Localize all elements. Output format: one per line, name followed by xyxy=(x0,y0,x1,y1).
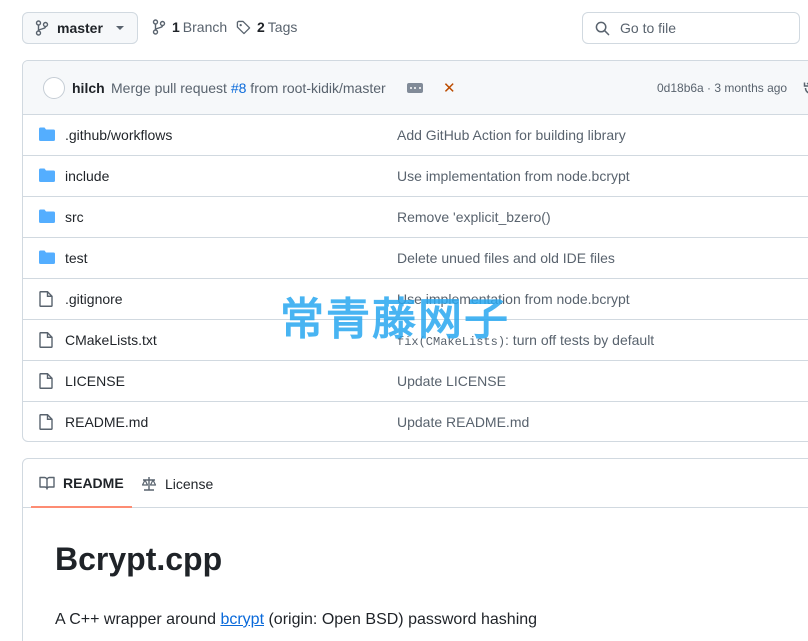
readme-desc-prefix: A C++ wrapper around xyxy=(55,611,221,628)
commit-time: · 3 months ago xyxy=(703,81,788,95)
table-row: src Remove 'explicit_bzero() xyxy=(23,197,808,238)
bcrypt-link[interactable]: bcrypt xyxy=(220,611,264,628)
file-commit-message[interactable]: Update README.md xyxy=(397,414,529,430)
branches-count: 1 xyxy=(172,19,180,35)
folder-icon xyxy=(39,127,55,141)
file-name[interactable]: test xyxy=(65,250,88,266)
commit-message-rest: : turn off tests by default xyxy=(505,332,655,348)
file-icon xyxy=(39,332,53,348)
tab-license-label: License xyxy=(165,475,214,492)
file-name[interactable]: include xyxy=(65,168,109,184)
commit-message[interactable]: Merge pull request #8 from root-kidik/ma… xyxy=(111,80,386,96)
commit-message-prefix: Merge pull request xyxy=(111,80,231,96)
file-commit-message[interactable]: Remove 'explicit_bzero() xyxy=(397,209,551,225)
commit-hash[interactable]: 0d18b6a xyxy=(657,81,704,95)
readme-tabs: README License xyxy=(23,459,808,508)
search-icon xyxy=(595,21,610,35)
file-icon xyxy=(39,373,53,389)
table-row: .github/workflows Add GitHub Action for … xyxy=(23,115,808,156)
branch-name: master xyxy=(57,20,103,36)
file-commit-message[interactable]: Update LICENSE xyxy=(397,373,506,389)
file-name[interactable]: .gitignore xyxy=(65,291,123,307)
readme-panel: README License Bcrypt.cpp A C++ wrapper … xyxy=(22,458,808,641)
file-commit-message[interactable]: Delete unued files and old IDE files xyxy=(397,250,615,266)
latest-commit-bar: hilch Merge pull request #8 from root-ki… xyxy=(23,61,808,115)
file-name[interactable]: LICENSE xyxy=(65,373,125,389)
repo-toolbar: master 1 Branch 2 Tags xyxy=(0,0,808,60)
history-icon[interactable] xyxy=(803,80,808,96)
tab-readme[interactable]: README xyxy=(31,459,132,508)
table-row: README.md Update README.md xyxy=(23,402,808,441)
branches-link[interactable]: 1 Branch xyxy=(152,19,227,35)
tags-label: Tags xyxy=(267,19,298,35)
branches-label: Branch xyxy=(182,19,228,35)
scale-icon xyxy=(141,476,157,491)
file-browser: hilch Merge pull request #8 from root-ki… xyxy=(22,60,808,442)
tags-link[interactable]: 2 Tags xyxy=(236,19,297,35)
file-icon xyxy=(39,414,53,430)
go-to-file-box[interactable] xyxy=(582,12,800,44)
book-icon xyxy=(39,476,55,490)
table-row: test Delete unued files and old IDE file… xyxy=(23,238,808,279)
file-commit-message[interactable]: Use implementation from node.bcrypt xyxy=(397,168,630,184)
folder-icon xyxy=(39,168,55,182)
tag-icon xyxy=(236,20,251,34)
tags-count: 2 xyxy=(257,19,265,35)
commit-message-suffix: from root-kidik/master xyxy=(246,80,386,96)
branch-icon xyxy=(152,19,166,35)
readme-title: Bcrypt.cpp xyxy=(55,541,223,577)
branch-selector-button[interactable]: master xyxy=(22,12,138,44)
readme-desc-suffix: (origin: Open BSD) password hashing xyxy=(264,611,538,628)
file-commit-message[interactable]: Add GitHub Action for building library xyxy=(397,127,626,143)
go-to-file-input[interactable] xyxy=(620,20,790,36)
avatar[interactable] xyxy=(43,77,65,99)
folder-icon xyxy=(39,250,55,264)
failed-status-icon[interactable]: ✕ xyxy=(443,79,456,97)
chevron-down-icon xyxy=(116,26,124,30)
watermark-text: 常青藤网子 xyxy=(280,294,510,345)
commit-author[interactable]: hilch xyxy=(72,80,105,96)
file-name[interactable]: .github/workflows xyxy=(65,127,172,143)
folder-icon xyxy=(39,209,55,223)
commit-meta: 0d18b6a · 3 months ago xyxy=(657,81,787,95)
pull-request-link[interactable]: #8 xyxy=(231,80,247,96)
table-row: include Use implementation from node.bcr… xyxy=(23,156,808,197)
expand-commit-button[interactable] xyxy=(407,83,423,93)
file-name[interactable]: src xyxy=(65,209,84,225)
file-name[interactable]: README.md xyxy=(65,414,148,430)
branch-icon xyxy=(35,20,49,36)
file-name[interactable]: CMakeLists.txt xyxy=(65,332,157,348)
tab-readme-label: README xyxy=(63,474,124,491)
file-icon xyxy=(39,291,53,307)
table-row: LICENSE Update LICENSE xyxy=(23,361,808,402)
readme-description: A C++ wrapper around bcrypt (origin: Ope… xyxy=(55,611,537,629)
tab-license[interactable]: License xyxy=(141,459,213,508)
